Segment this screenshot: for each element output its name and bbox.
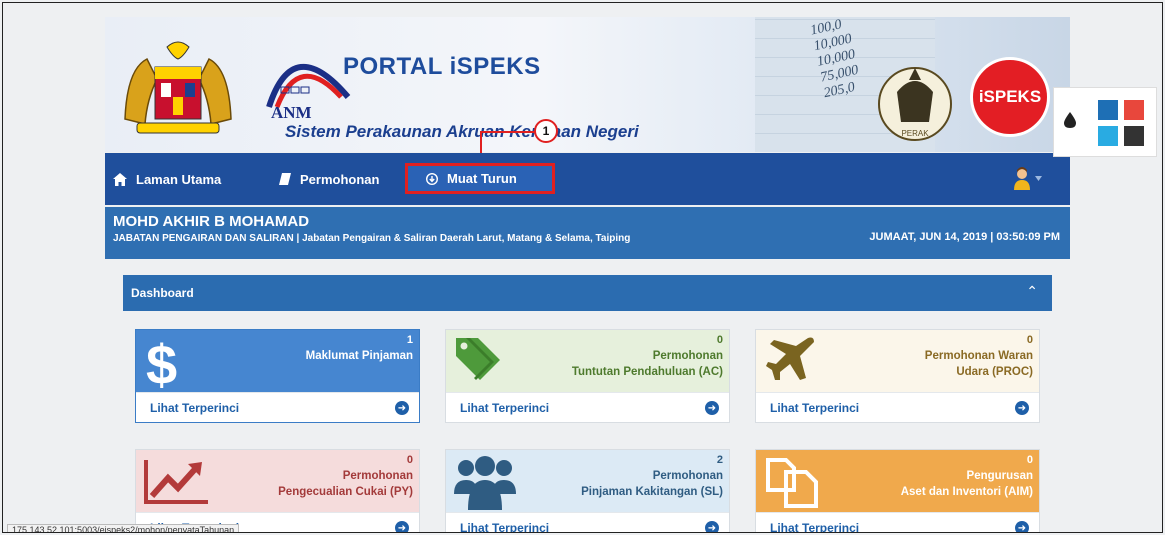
card-label-line2: Aset dan Inventori (AIM) [900, 486, 1033, 498]
card-label-line1: Permohonan [652, 470, 723, 482]
nav-permohonan[interactable]: Permohonan [279, 166, 379, 192]
browser-page: ANM PORTAL iSPEKS Sistem Perakaunan Akru… [2, 2, 1163, 533]
home-icon [113, 172, 127, 186]
users-icon [454, 456, 516, 510]
card-label: Permohonan Waran Udara (PROC) [925, 348, 1033, 380]
arrow-right-icon[interactable]: ➜ [395, 521, 409, 532]
card-label: Permohonan Pinjaman Kakitangan (SL) [581, 468, 723, 500]
tags-icon [456, 338, 500, 380]
card-label-line2: Udara (PROC) [956, 366, 1033, 378]
card-tuntutan-pendahuluan: 0 Permohonan Tuntutan Pendahuluan (AC) L… [445, 329, 730, 423]
user-avatar-icon [1014, 167, 1030, 190]
card-label-line1: Maklumat Pinjaman [305, 350, 413, 362]
portal-title: PORTAL iSPEKS [343, 53, 541, 80]
nav-label: Laman Utama [136, 171, 222, 187]
arrow-right-icon[interactable]: ➜ [395, 401, 409, 415]
card-label-line1: Pengurusan [966, 470, 1033, 482]
status-url: 175.143.52.101:5003/eispeks2/mohon/penya… [7, 524, 240, 532]
theme-switcher [1053, 87, 1157, 157]
nav-label: Muat Turun [447, 171, 517, 186]
card-maklumat-pinjaman: $ 1 Maklumat Pinjaman Lihat Terperinci ➜ [135, 329, 420, 423]
card-footer[interactable]: Lihat Terperinci ➜ [756, 392, 1039, 422]
card-label-line2: Pinjaman Kakitangan (SL) [581, 486, 723, 498]
card-footer[interactable]: Lihat Terperinci ➜ [756, 512, 1039, 532]
card-label-line1: Permohonan [652, 350, 723, 362]
card-pinjaman-kakitangan: 2 Permohonan Pinjaman Kakitangan (SL) Li… [445, 449, 730, 532]
header-banner: ANM PORTAL iSPEKS Sistem Perakaunan Akru… [105, 17, 1070, 152]
theme-swatch-blue[interactable] [1098, 100, 1118, 120]
nav-laman-utama[interactable]: Laman Utama [113, 166, 221, 192]
card-label-line1: Permohonan Waran [924, 350, 1033, 362]
card-footer[interactable]: Lihat Terperinci ➜ [446, 512, 729, 532]
plane-icon [766, 337, 814, 380]
copy-icon [766, 458, 818, 508]
card-aset-inventori: 0 Pengurusan Aset dan Inventori (AIM) Li… [755, 449, 1040, 532]
user-name: MOHD AKHIR B MOHAMAD [113, 213, 310, 230]
callout-marker: 1 [534, 119, 558, 143]
card-label: Maklumat Pinjaman [306, 348, 413, 364]
card-label: Permohonan Tuntutan Pendahuluan (AC) [572, 348, 723, 380]
dollar-icon: $ [146, 336, 177, 388]
anm-text: ANM [271, 103, 312, 122]
svg-text:$: $ [146, 336, 177, 388]
arrow-right-icon[interactable]: ➜ [705, 521, 719, 532]
chevron-down-icon [1035, 175, 1042, 181]
main-navbar: Laman Utama Permohonan Muat Turun [105, 153, 1070, 205]
nav-muat-turun[interactable]: Muat Turun [405, 163, 555, 194]
arrow-right-icon[interactable]: ➜ [705, 401, 719, 415]
card-footer[interactable]: Lihat Terperinci ➜ [136, 392, 419, 422]
card-pengecualian-cukai: 0 Permohonan Pengecualian Cukai (PY) Lih… [135, 449, 420, 532]
perak-seal-logo: PERAK [878, 67, 952, 141]
theme-swatch-red[interactable] [1124, 100, 1144, 120]
lihat-terperinci-link[interactable]: Lihat Terperinci [460, 521, 549, 532]
nav-label: Permohonan [300, 171, 380, 187]
card-waran-udara: 0 Permohonan Waran Udara (PROC) Lihat Te… [755, 329, 1040, 423]
card-label: Permohonan Pengecualian Cukai (PY) [278, 468, 413, 500]
card-label-line1: Permohonan [342, 470, 413, 482]
current-datetime: JUMAAT, JUN 14, 2019 | 03:50:09 PM [869, 231, 1060, 243]
arrow-right-icon[interactable]: ➜ [1015, 521, 1029, 532]
book-icon [279, 173, 291, 185]
card-count: 0 [716, 334, 723, 346]
chart-up-icon [144, 460, 208, 504]
lihat-terperinci-link[interactable]: Lihat Terperinci [150, 401, 239, 415]
collapse-caret-icon[interactable]: ⌃ [1026, 283, 1038, 300]
card-label-line2: Pengecualian Cukai (PY) [278, 486, 413, 498]
perak-text: PERAK [901, 129, 929, 138]
theme-swatch-lightblue[interactable] [1098, 126, 1118, 146]
user-department: JABATAN PENGAIRAN DAN SALIRAN | Jabatan … [113, 233, 631, 244]
malaysia-crest-logo [124, 41, 232, 134]
lihat-terperinci-link[interactable]: Lihat Terperinci [770, 521, 859, 532]
card-count: 1 [406, 334, 413, 346]
theme-swatch-dark[interactable] [1124, 126, 1144, 146]
download-icon [426, 172, 438, 185]
card-label: Pengurusan Aset dan Inventori (AIM) [901, 468, 1033, 500]
lihat-terperinci-link[interactable]: Lihat Terperinci [460, 401, 549, 415]
dashboard-title: Dashboard [131, 286, 194, 300]
card-count: 0 [1026, 454, 1033, 466]
arrow-right-icon[interactable]: ➜ [1015, 401, 1029, 415]
card-footer[interactable]: Lihat Terperinci ➜ [446, 392, 729, 422]
card-label-line2: Tuntutan Pendahuluan (AC) [571, 366, 723, 378]
dashboard-panel-header[interactable]: Dashboard ⌃ [123, 275, 1052, 311]
ispeks-logo: iSPEKS [970, 57, 1050, 137]
user-info-bar: MOHD AKHIR B MOHAMAD JABATAN PENGAIRAN D… [105, 207, 1070, 259]
lihat-terperinci-link[interactable]: Lihat Terperinci [770, 401, 859, 415]
droplet-icon[interactable] [1064, 112, 1076, 128]
card-count: 0 [406, 454, 413, 466]
card-count: 2 [716, 454, 723, 466]
card-count: 0 [1026, 334, 1033, 346]
portal-subtitle: Sistem Perakaunan Akruan Kerajaan Negeri [285, 122, 639, 141]
user-menu[interactable] [1013, 165, 1042, 191]
